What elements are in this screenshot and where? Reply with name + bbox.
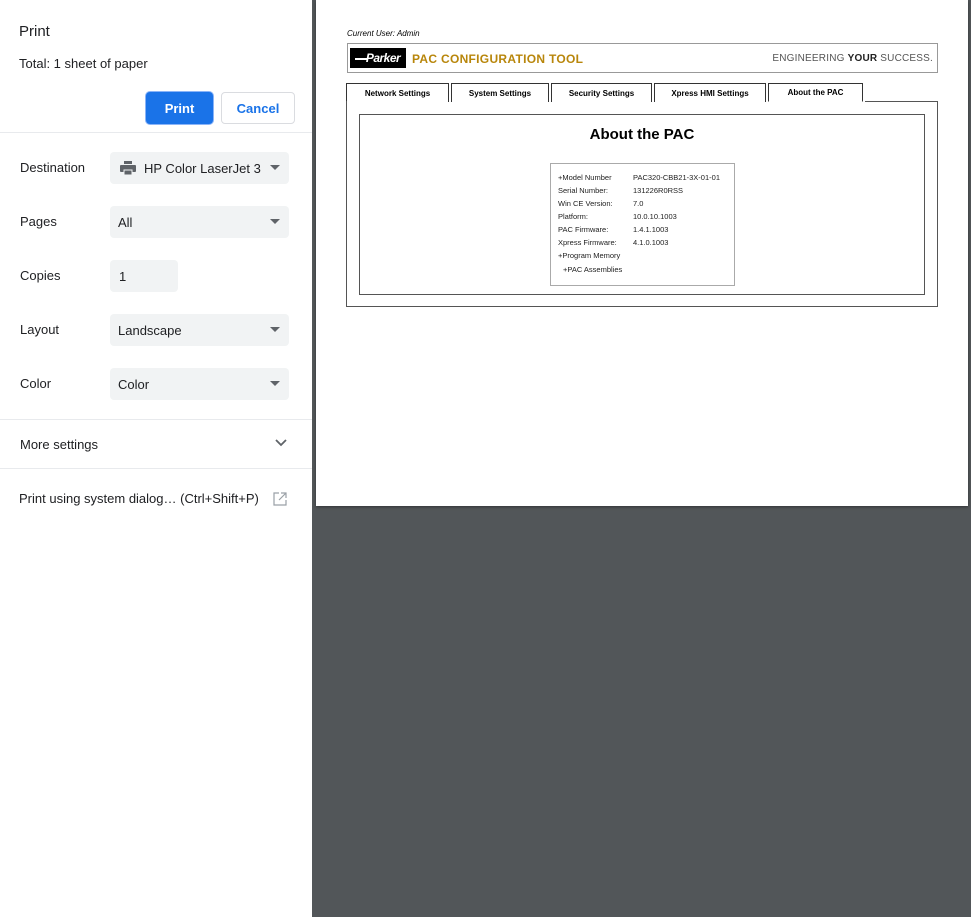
pages-select[interactable]: All xyxy=(110,206,289,238)
more-settings-toggle[interactable]: More settings xyxy=(20,437,98,452)
tab-system-settings: System Settings xyxy=(451,83,549,102)
info-label: Win CE Version: xyxy=(558,199,613,208)
info-label: Serial Number: xyxy=(558,186,609,195)
sheet-total: Total: 1 sheet of paper xyxy=(19,56,148,71)
info-label: +PAC Assemblies xyxy=(563,265,623,274)
layout-label: Layout xyxy=(20,322,60,337)
info-value: 131226R0RSS xyxy=(633,186,684,195)
tool-title: PAC CONFIGURATION TOOL xyxy=(412,52,584,66)
copies-input[interactable] xyxy=(110,260,178,292)
chevron-down-icon xyxy=(270,219,280,224)
tab-about-the-pac: About the PAC xyxy=(768,83,863,102)
pages-value: All xyxy=(118,214,133,230)
chevron-down-icon[interactable] xyxy=(274,438,288,448)
info-label: +Program Memory xyxy=(558,251,621,260)
info-label: +Model Number xyxy=(558,173,612,182)
pages-label: Pages xyxy=(20,214,57,229)
system-dialog-link[interactable]: Print using system dialog… (Ctrl+Shift+P… xyxy=(19,491,259,506)
chevron-down-icon xyxy=(270,165,280,170)
chevron-down-icon xyxy=(270,327,280,332)
print-button[interactable]: Print xyxy=(146,92,213,124)
pac-info-box: +Model Number PAC320-CBB21-3X-01-01 Seri… xyxy=(550,163,735,286)
app-header: Parker PAC CONFIGURATION TOOL ENGINEERIN… xyxy=(347,43,938,73)
print-preview-page: Current User: Admin Parker PAC CONFIGURA… xyxy=(316,0,968,506)
tab-content-border xyxy=(865,101,938,102)
info-value: 7.0 xyxy=(633,199,644,208)
destination-select[interactable]: HP Color LaserJet 3 xyxy=(110,152,289,184)
info-value: 1.4.1.1003 xyxy=(633,225,669,234)
tab-bar: Network Settings System Settings Securit… xyxy=(346,83,865,102)
tab-xpress-hmi-settings: Xpress HMI Settings xyxy=(654,83,766,102)
tab-network-settings: Network Settings xyxy=(346,83,449,102)
color-select[interactable]: Color xyxy=(110,368,289,400)
destination-label: Destination xyxy=(20,160,86,175)
cancel-button[interactable]: Cancel xyxy=(221,92,295,124)
about-title: About the PAC xyxy=(589,126,695,143)
parker-logo: Parker xyxy=(350,48,406,68)
color-value: Color xyxy=(118,376,150,392)
info-label: PAC Firmware: xyxy=(558,225,609,234)
print-settings-panel: Print Total: 1 sheet of paper Print Canc… xyxy=(0,0,312,917)
copies-label: Copies xyxy=(20,268,61,283)
divider xyxy=(0,419,312,420)
layout-value: Landscape xyxy=(118,322,182,338)
layout-select[interactable]: Landscape xyxy=(110,314,289,346)
info-label: Platform: xyxy=(558,212,589,221)
current-user: Current User: Admin xyxy=(347,29,420,38)
chevron-down-icon xyxy=(270,381,280,386)
color-label: Color xyxy=(20,376,52,391)
open-external-icon[interactable] xyxy=(273,492,287,506)
divider xyxy=(0,132,312,133)
divider xyxy=(0,468,312,469)
panel-title: Print xyxy=(19,23,50,40)
info-value: 4.1.0.1003 xyxy=(633,238,669,247)
tab-security-settings: Security Settings xyxy=(551,83,652,102)
info-value: PAC320-CBB21-3X-01-01 xyxy=(633,173,720,182)
info-label: Xpress Firmware: xyxy=(558,238,617,247)
info-value: 10.0.10.1003 xyxy=(633,212,677,221)
printer-icon xyxy=(120,161,136,175)
tagline: ENGINEERING YOUR SUCCESS. xyxy=(772,53,933,64)
destination-value: HP Color LaserJet 3 xyxy=(144,160,261,176)
